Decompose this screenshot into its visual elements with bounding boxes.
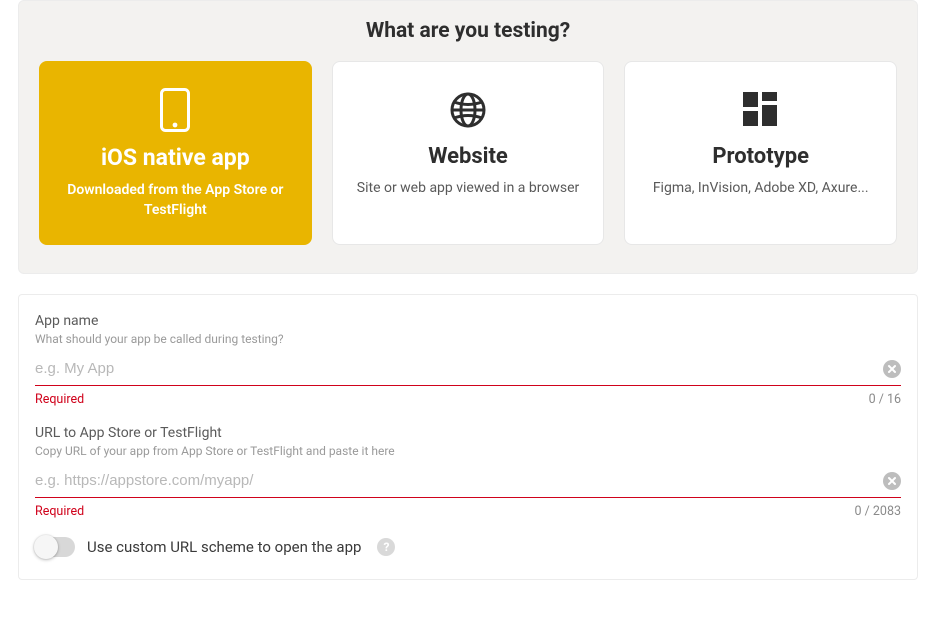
input-row <box>35 470 901 498</box>
card-title: iOS native app <box>101 144 250 171</box>
field-meta: Required 0 / 16 <box>35 392 901 407</box>
card-subtitle: Figma, InVision, Adobe XD, Axure... <box>653 179 869 199</box>
char-counter: 0 / 16 <box>869 392 901 407</box>
card-title: Prototype <box>712 144 809 169</box>
app-name-input[interactable] <box>35 358 883 379</box>
card-prototype[interactable]: Prototype Figma, InVision, Adobe XD, Axu… <box>624 61 897 245</box>
test-type-cards: iOS native app Downloaded from the App S… <box>39 61 897 245</box>
card-title: Website <box>428 144 508 169</box>
card-website[interactable]: Website Site or web app viewed in a brow… <box>332 61 605 245</box>
clear-icon[interactable] <box>883 360 901 378</box>
char-counter: 0 / 2083 <box>855 504 901 519</box>
error-text: Required <box>35 504 84 519</box>
field-app-name: App name What should your app be called … <box>35 313 901 407</box>
field-meta: Required 0 / 2083 <box>35 504 901 519</box>
field-label: App name <box>35 313 901 329</box>
card-ios-native-app[interactable]: iOS native app Downloaded from the App S… <box>39 61 312 245</box>
test-type-panel: What are you testing? iOS native app Dow… <box>18 0 918 274</box>
card-subtitle: Site or web app viewed in a browser <box>357 179 579 199</box>
input-row <box>35 358 901 386</box>
prototype-icon <box>741 86 781 134</box>
error-text: Required <box>35 392 84 407</box>
panel-title: What are you testing? <box>39 19 897 43</box>
card-subtitle: Downloaded from the App Store or TestFli… <box>58 181 293 220</box>
clear-icon[interactable] <box>883 472 901 490</box>
toggle-knob <box>34 535 58 559</box>
field-description: What should your app be called during te… <box>35 332 901 346</box>
field-description: Copy URL of your app from App Store or T… <box>35 444 901 458</box>
globe-icon <box>448 86 488 134</box>
mobile-icon <box>160 86 190 134</box>
custom-url-scheme-toggle[interactable] <box>35 537 75 557</box>
form-panel: App name What should your app be called … <box>18 294 918 580</box>
app-url-input[interactable] <box>35 470 883 491</box>
field-app-url: URL to App Store or TestFlight Copy URL … <box>35 425 901 519</box>
custom-url-scheme-row: Use custom URL scheme to open the app ? <box>35 537 901 557</box>
help-icon[interactable]: ? <box>377 538 395 556</box>
field-label: URL to App Store or TestFlight <box>35 425 901 441</box>
toggle-label: Use custom URL scheme to open the app <box>87 538 361 556</box>
